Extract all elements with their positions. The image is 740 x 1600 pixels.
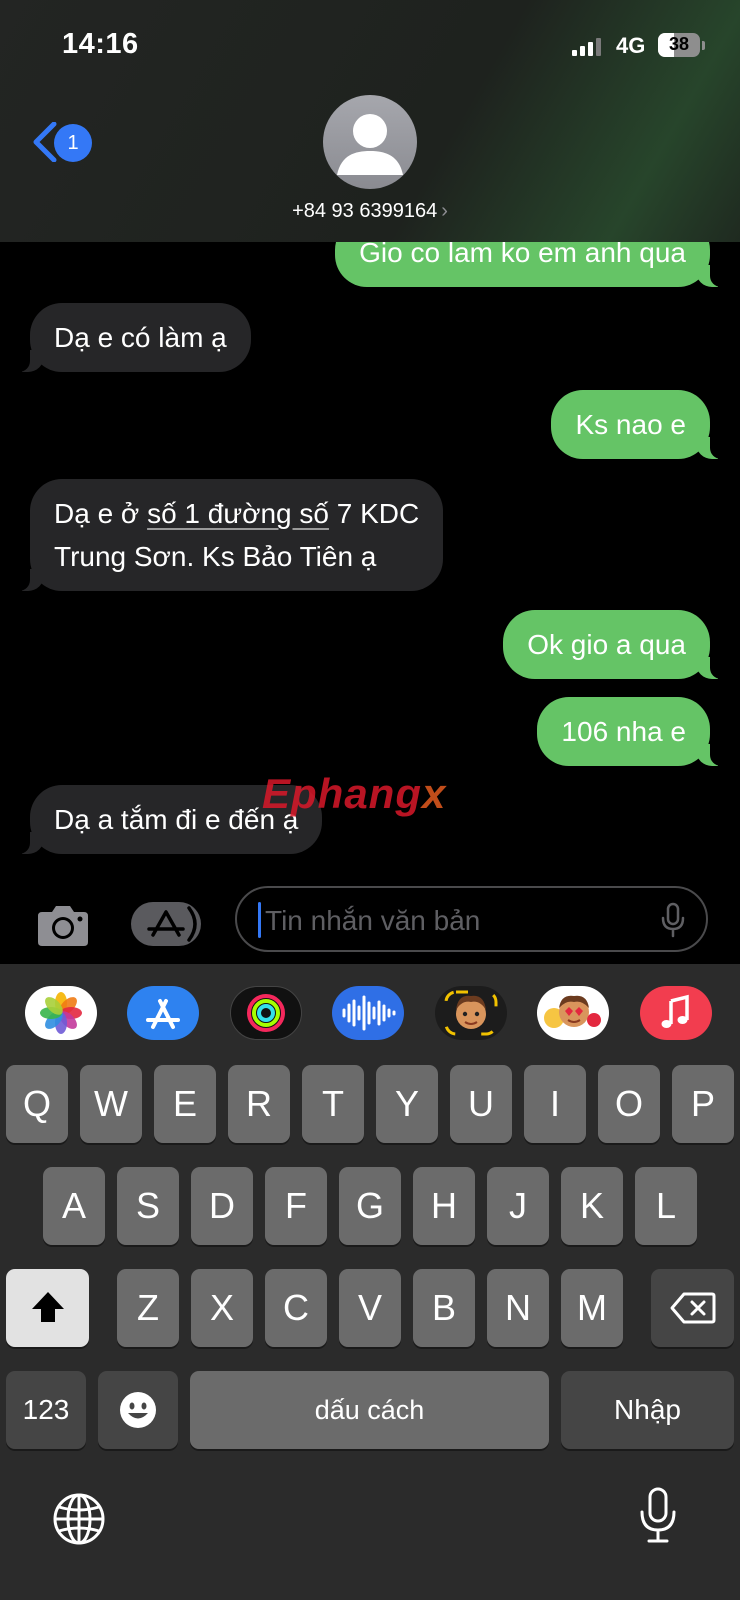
message-list[interactable]: Gio co lam ko em anh qua Dạ e có làm ạ K… [0,242,740,862]
message-input-placeholder: Tin nhắn văn bản [265,905,481,936]
keyboard: Q W E R T Y U I O P A S D F G H J K L Z … [0,964,740,1600]
key-n[interactable]: N [487,1269,549,1347]
memoji-icon [444,990,498,1036]
photos-app-icon[interactable] [25,986,97,1040]
apps-button[interactable] [131,902,201,946]
key-m[interactable]: M [561,1269,623,1347]
message-text: Dạ e ở [54,498,148,529]
stickers-icon [544,995,601,1028]
battery-icon: 38 [658,33,700,57]
emoji-key[interactable] [98,1371,178,1449]
memoji-app-icon[interactable] [435,986,507,1040]
unread-badge: 1 [54,124,92,162]
chevron-right-icon: › [441,200,448,222]
app-store-icon [146,999,180,1029]
message-text: 7 KDC [328,498,420,529]
message-bubble-outgoing[interactable]: Gio co lam ko em anh qua [335,242,728,287]
key-b[interactable]: B [413,1269,475,1347]
globe-button[interactable] [52,1492,106,1551]
key-k[interactable]: K [561,1167,623,1245]
message-text-line: Dạ e ở số 1 đường số 7 KDC [54,492,419,535]
composer-bar: Tin nhắn văn bản [0,868,740,964]
shift-arrow-icon [31,1292,64,1322]
watermark-logo: Ephangx [262,770,447,817]
key-h[interactable]: H [413,1167,475,1245]
camera-icon [38,906,88,946]
key-z[interactable]: Z [117,1269,179,1347]
message-bubble-outgoing[interactable]: Ks nao e [551,390,728,459]
key-o[interactable]: O [598,1065,660,1143]
emoji-face-icon [120,1392,156,1428]
fitness-rings-icon [247,994,285,1032]
key-u[interactable]: U [450,1065,512,1143]
key-a[interactable]: A [43,1167,105,1245]
message-text: 106 nha e [561,716,686,747]
animoji-stickers-app-icon[interactable] [537,986,609,1040]
battery-percent: 38 [668,34,690,54]
key-g[interactable]: G [339,1167,401,1245]
text-caret [258,902,261,938]
app-store-icon [147,906,197,942]
key-j[interactable]: J [487,1167,549,1245]
waveform-icon [342,995,396,1031]
key-t[interactable]: T [302,1065,364,1143]
back-button[interactable]: 1 [30,120,100,164]
person-icon [337,114,403,175]
status-bar: 14:16 4G 38 [0,0,740,90]
dictation-key[interactable] [638,1486,678,1549]
message-bubble-outgoing[interactable]: Ok gio a qua [503,610,728,679]
status-time: 14:16 [62,28,139,60]
message-text: Dạ e có làm ạ [54,322,227,353]
audio-message-app-icon[interactable] [332,986,404,1040]
contact-avatar[interactable] [323,95,417,189]
dictation-button[interactable] [660,902,686,943]
key-c[interactable]: C [265,1269,327,1347]
music-app-icon[interactable] [640,986,712,1040]
key-e[interactable]: E [154,1065,216,1143]
key-d[interactable]: D [191,1167,253,1245]
message-text: Ok gio a qua [527,629,686,660]
key-p[interactable]: P [672,1065,734,1143]
message-text: Gio co lam ko em anh qua [359,242,686,268]
numbers-key[interactable]: 123 [6,1371,86,1449]
message-input[interactable]: Tin nhắn văn bản [235,886,708,952]
microphone-icon [661,902,685,938]
key-x[interactable]: X [191,1269,253,1347]
contact-name-button[interactable]: +84 93 6399164 › [0,200,740,223]
contact-name: +84 93 6399164 [292,200,438,222]
key-v[interactable]: V [339,1269,401,1347]
fitness-app-icon[interactable] [230,986,302,1040]
backspace-icon [670,1292,715,1324]
battery-nub [702,41,705,50]
key-w[interactable]: W [80,1065,142,1143]
message-bubble-incoming[interactable]: Dạ e ở số 1 đường số 7 KDC Trung Sơn. Ks… [11,479,444,591]
globe-icon [53,1493,105,1545]
address-link[interactable]: số 1 đường số [147,498,329,529]
key-r[interactable]: R [228,1065,290,1143]
network-type: 4G [616,33,646,58]
message-text-line: Trung Sơn. Ks Bảo Tiên ạ [54,541,377,572]
key-y[interactable]: Y [376,1065,438,1143]
message-text: Ks nao e [575,409,686,440]
shift-key[interactable] [6,1269,89,1347]
message-bubble-outgoing[interactable]: 106 nha e [537,697,728,766]
key-l[interactable]: L [635,1167,697,1245]
camera-button[interactable] [34,904,92,953]
message-bubble-incoming[interactable]: Dạ e có làm ạ [12,303,251,372]
key-q[interactable]: Q [6,1065,68,1143]
photos-icon [40,992,82,1034]
microphone-icon [640,1487,676,1543]
key-f[interactable]: F [265,1167,327,1245]
return-key[interactable]: Nhập [561,1371,734,1449]
delete-key[interactable] [651,1269,734,1347]
key-i[interactable]: I [524,1065,586,1143]
app-store-app-icon[interactable] [127,986,199,1040]
key-s[interactable]: S [117,1167,179,1245]
space-key[interactable]: dấu cách [190,1371,549,1449]
cellular-signal-icon [572,38,601,56]
music-note-icon [661,994,689,1028]
